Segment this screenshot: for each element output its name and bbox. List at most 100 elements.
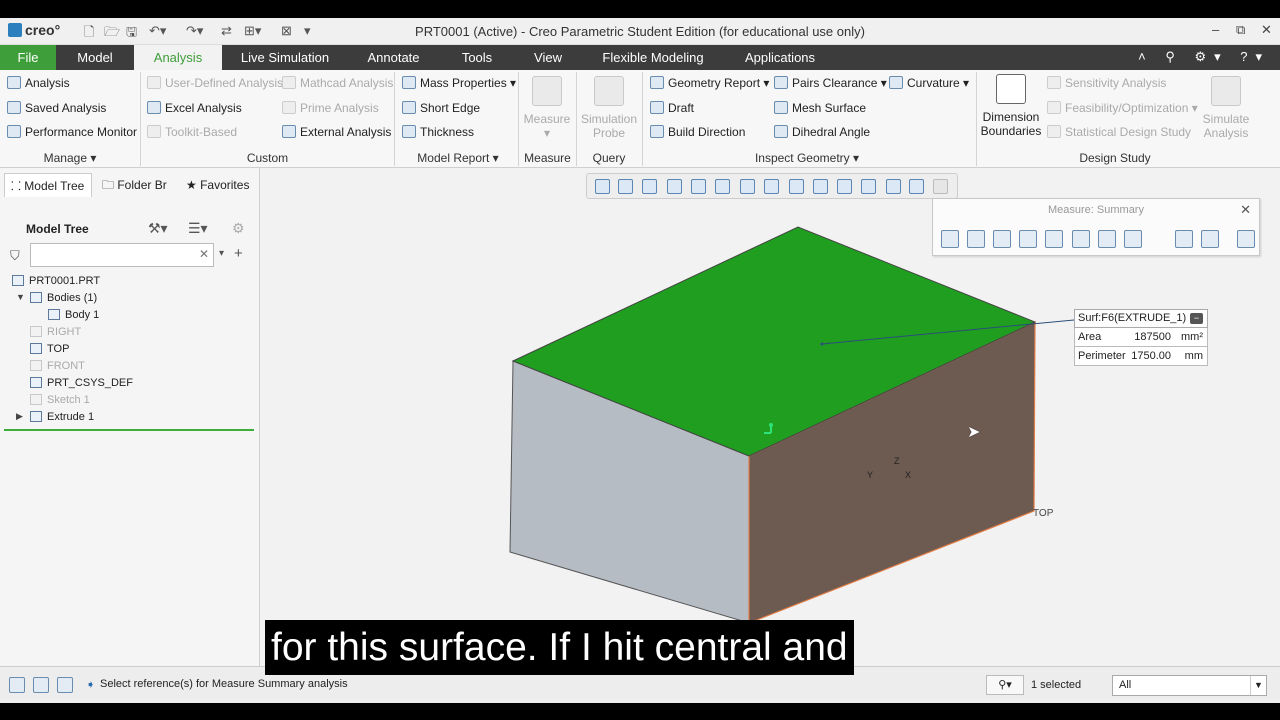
group-model-report[interactable]: Model Report ▾ [408,151,508,165]
performance-monitor-button[interactable]: Performance Monitor [7,125,137,139]
pause-icon[interactable] [909,179,924,194]
area-icon[interactable] [1019,230,1037,248]
mathcad-analysis-button[interactable]: Mathcad Analysis [282,76,393,90]
zoom-out-icon[interactable] [642,179,657,194]
dihedral-angle-button[interactable]: Dihedral Angle [774,125,870,139]
external-analysis-button[interactable]: External Analysis [282,125,391,139]
distance-icon[interactable] [967,230,985,248]
mass-properties-button[interactable]: Mass Properties ▾ [402,76,516,90]
tab-annotate[interactable]: Annotate [356,45,431,70]
refit-icon[interactable] [595,179,610,194]
tab-live-simulation[interactable]: Live Simulation [230,45,340,70]
tree-item-right[interactable]: RIGHT [30,326,81,338]
tree-item-csys[interactable]: PRT_CSYS_DEF [30,377,133,389]
tree-item-body1[interactable]: Body 1 [48,309,99,321]
tab-file[interactable]: File [0,45,56,70]
transform-icon[interactable] [1072,230,1090,248]
saved-orientations-icon[interactable] [740,179,755,194]
mesh-surface-button[interactable]: Mesh Surface [774,101,866,115]
tree-search-input[interactable]: ✕ [30,243,214,267]
tab-tools[interactable]: Tools [448,45,506,70]
tab-analysis[interactable]: Analysis [134,45,222,70]
graphics-window[interactable]: Z Y X TOP ➤ Measure: Summary ✕ Surf:F6(E… [261,168,1280,666]
toolkit-based-button[interactable]: Toolkit-Based [147,125,237,139]
tree-item-front[interactable]: FRONT [30,360,85,372]
selection-filter[interactable]: All ▼ [1112,675,1267,696]
tab-applications[interactable]: Applications [738,45,822,70]
collapse-arrow-icon[interactable]: ▼ [16,292,25,302]
close-icon[interactable]: ✕ [1240,202,1251,218]
filter-icon[interactable]: ⛉ [10,248,20,264]
ribbon-right-icons[interactable]: ˄ ⚲ ⚙▾ ?▾ [1138,49,1270,65]
tab-folder-browser[interactable]: 🗀 Folder Br [96,173,170,197]
search-dropdown-icon[interactable]: ▾ [219,248,224,259]
maximize-button[interactable]: ⧉ [1236,22,1245,38]
close-button[interactable]: ✕ [1261,22,1272,38]
group-manage[interactable]: Manage ▾ [20,151,120,165]
length-icon[interactable] [941,230,959,248]
display-style-icon[interactable] [715,179,730,194]
curvature-button[interactable]: Curvature ▾ [889,76,969,90]
group-inspect-geometry[interactable]: Inspect Geometry ▾ [752,151,862,165]
chevron-down-icon[interactable]: ▼ [1250,676,1266,695]
minimize-button[interactable]: – [1212,22,1219,37]
volume-icon[interactable] [1098,230,1116,248]
perspective-icon[interactable] [789,179,804,194]
tab-view[interactable]: View [524,45,572,70]
appearance-icon[interactable] [886,179,901,194]
short-edge-button[interactable]: Short Edge [402,101,480,115]
tree-item-top[interactable]: TOP [30,343,69,355]
datum-display-icon[interactable] [813,179,828,194]
tree-item-sketch1[interactable]: Sketch 1 [30,394,90,406]
analysis-button[interactable]: Analysis [7,76,70,90]
spin-center-icon[interactable] [861,179,876,194]
save-measure-icon[interactable] [1201,230,1219,248]
simulate-analysis-button[interactable]: Simulate Analysis [1198,76,1254,140]
dimension-boundaries-button[interactable]: Dimension Boundaries [980,74,1042,138]
feasibility-optimization-button[interactable]: Feasibility/Optimization ▾ [1047,101,1198,115]
layer-icon[interactable] [9,677,25,693]
excel-analysis-button[interactable]: Excel Analysis [147,101,242,115]
prime-analysis-button[interactable]: Prime Analysis [282,101,379,115]
tab-favorites[interactable]: ★ Favorites [180,173,256,197]
tree-item-prt0001[interactable]: PRT0001.PRT [12,275,100,287]
summary-icon[interactable] [1124,230,1142,248]
tab-model[interactable]: Model [63,45,127,70]
fullscreen-icon[interactable] [57,677,73,693]
tab-flexible-modeling[interactable]: Flexible Modeling [596,45,710,70]
thickness-button[interactable]: Thickness [402,125,474,139]
measure-button[interactable]: Measure ▾ [522,76,572,140]
zoom-in-icon[interactable] [618,179,633,194]
eraser-icon[interactable] [1175,230,1193,248]
tree-columns-icon[interactable]: ☰▾ [188,220,208,237]
find-icon[interactable]: ⚲▾ [986,675,1024,695]
tree-settings-icon[interactable]: ⚒▾ [148,220,168,237]
part-icon [12,275,24,286]
tree-item-bodies[interactable]: ▼ Bodies (1) [16,292,97,304]
tab-model-tree[interactable]: ⸬ Model Tree [4,173,92,197]
tree-filter-settings-icon[interactable]: ⚙ [232,220,245,237]
section-icon[interactable] [764,179,779,194]
draft-button[interactable]: Draft [650,101,694,115]
geometry-report-button[interactable]: Geometry Report ▾ [650,76,769,90]
sensitivity-analysis-button[interactable]: Sensitivity Analysis [1047,76,1166,90]
repaint-icon[interactable] [667,179,682,194]
view-manager-icon[interactable] [691,179,706,194]
user-defined-analysis-button[interactable]: User-Defined Analysis [147,76,283,90]
stop-icon[interactable] [933,179,948,194]
statistical-design-study-button[interactable]: Statistical Design Study [1047,125,1191,139]
annotation-display-icon[interactable] [837,179,852,194]
saved-analysis-button[interactable]: Saved Analysis [7,101,106,115]
simulation-probe-button[interactable]: Simulation Probe [578,76,640,140]
clear-search-icon[interactable]: ✕ [199,247,209,261]
diameter-icon[interactable] [1045,230,1063,248]
add-icon[interactable]: + [234,245,243,262]
minimize-callout-icon[interactable]: − [1190,313,1203,324]
expand-arrow-icon[interactable]: ▶ [16,411,23,422]
globe-icon[interactable] [33,677,49,693]
tree-item-extrude1[interactable]: ▶ Extrude 1 [16,411,94,423]
build-direction-button[interactable]: Build Direction [650,125,745,139]
pairs-clearance-button[interactable]: Pairs Clearance ▾ [774,76,887,90]
angle-icon[interactable] [993,230,1011,248]
expand-panel-icon[interactable] [1237,230,1255,248]
